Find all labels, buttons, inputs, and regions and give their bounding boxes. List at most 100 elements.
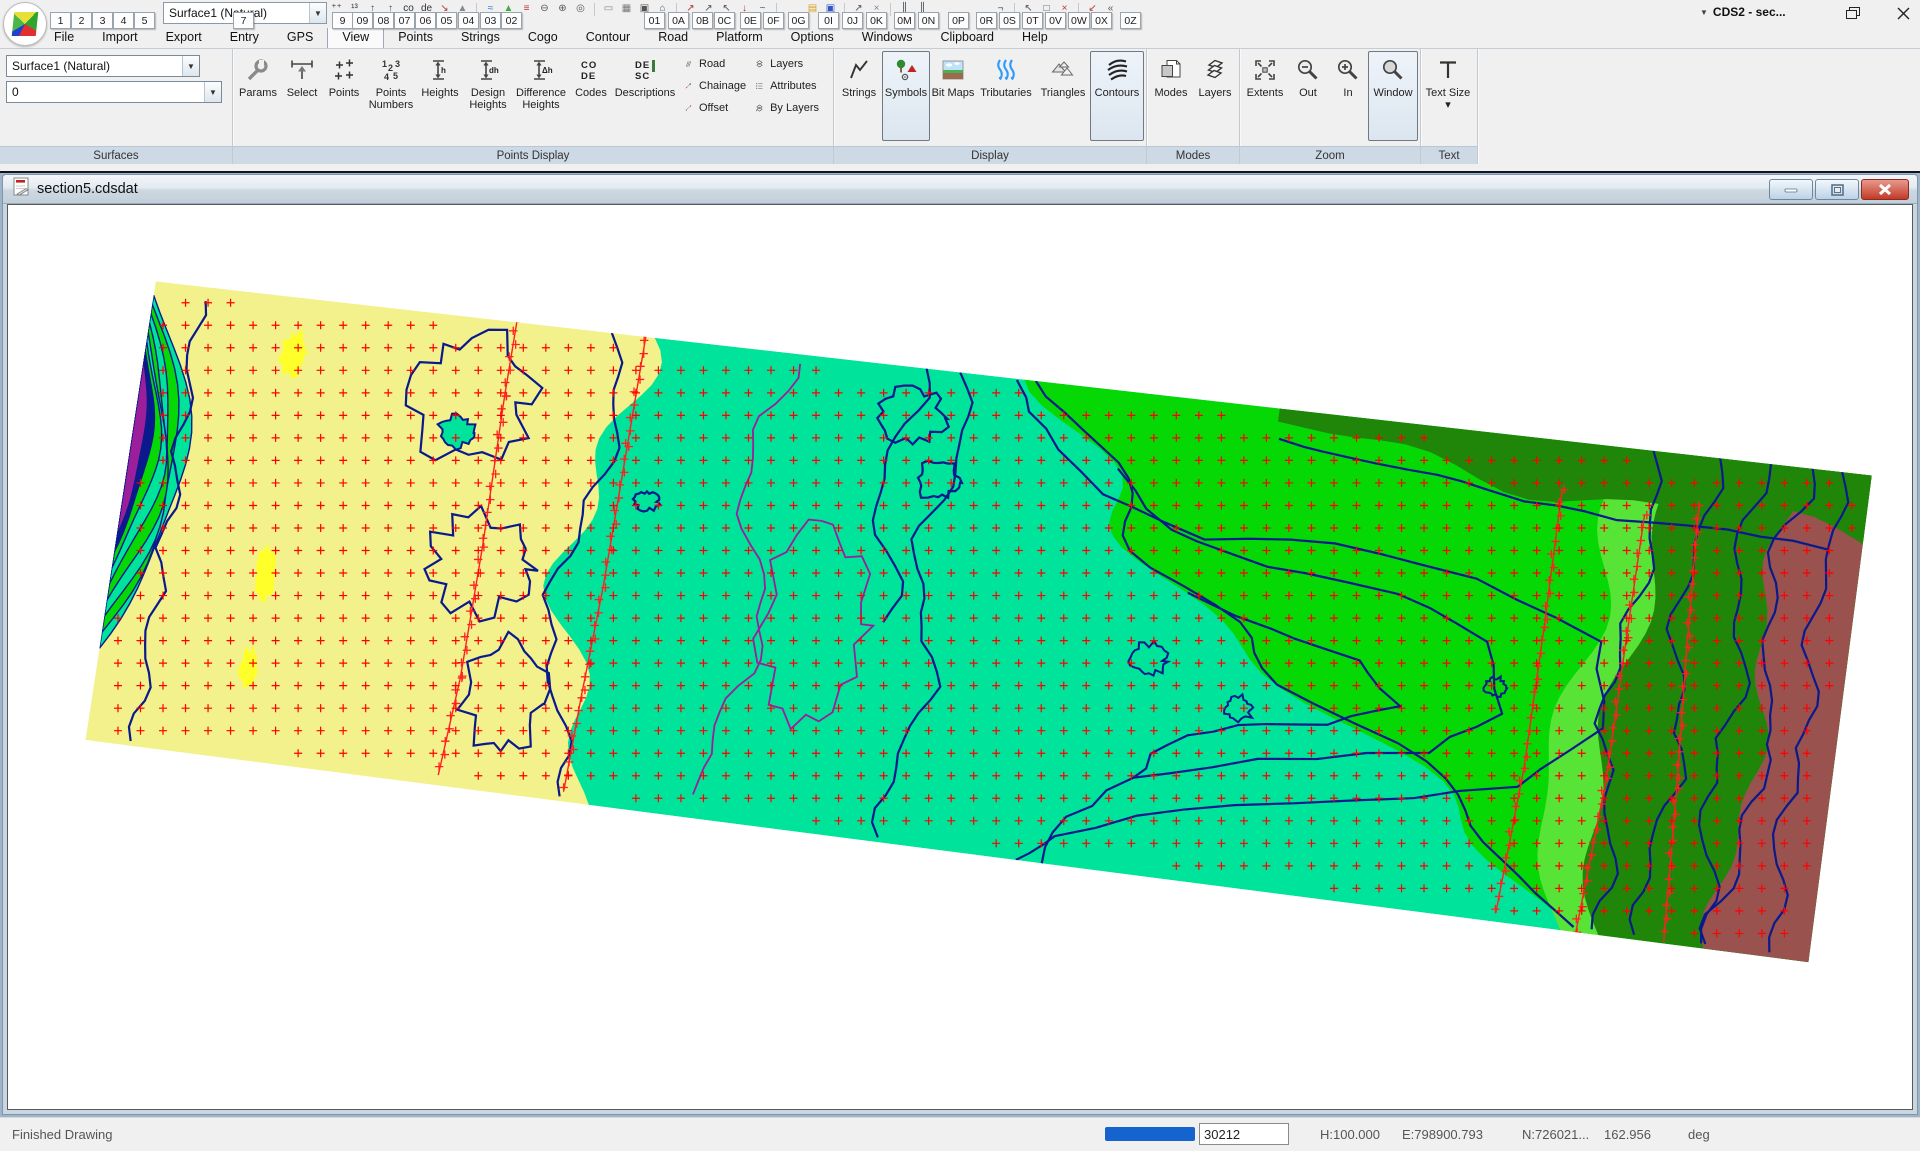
doc-maximize-button[interactable]	[1815, 179, 1859, 200]
doc-close-button[interactable]	[1861, 179, 1909, 200]
window-button[interactable]: Window	[1368, 51, 1418, 141]
triangles-button[interactable]: Triangles	[1036, 51, 1090, 141]
extents-button[interactable]: Extents	[1242, 51, 1288, 141]
heights-button[interactable]: hHeights	[417, 51, 463, 141]
surface-select-value: Surface1 (Natural)	[7, 59, 182, 73]
tab-gps[interactable]: GPS	[273, 27, 327, 48]
points-button[interactable]: Points	[323, 51, 365, 141]
close-button[interactable]	[1888, 2, 1918, 24]
tab-options[interactable]: Options	[777, 27, 848, 48]
toolbar-icon-13[interactable]: ⊕	[556, 2, 569, 16]
tab-contour[interactable]: Contour	[572, 27, 644, 48]
toolbar-icon-16[interactable]: ▭	[602, 2, 615, 16]
chainage-icon	[681, 79, 696, 94]
svg-text:CO: CO	[581, 60, 597, 71]
chainage-button[interactable]: Chainage	[681, 77, 746, 95]
document-titlebar[interactable]: section5.cdsdat	[3, 175, 1917, 204]
road-button[interactable]: Road	[681, 55, 746, 73]
restore-button[interactable]	[1838, 2, 1868, 24]
button-label: Points Numbers	[366, 87, 416, 112]
small-button-column: Road Chainage Offset	[677, 51, 748, 117]
keytip-02: 02	[501, 12, 522, 29]
keytip-0X: 0X	[1091, 12, 1112, 29]
chevron-down-icon[interactable]: ▼	[204, 82, 221, 102]
progress-bar	[1105, 1127, 1195, 1141]
terrain-map	[8, 205, 1912, 1109]
attributes-button[interactable]: Attributes	[752, 77, 819, 95]
tab-points[interactable]: Points	[384, 27, 447, 48]
svg-text:1: 1	[382, 59, 387, 69]
in-button[interactable]: In	[1328, 51, 1368, 141]
wrench-icon	[241, 55, 275, 85]
out-button[interactable]: Out	[1288, 51, 1328, 141]
toolbar-icon-14[interactable]: ◎	[574, 2, 587, 16]
layer-select[interactable]: 0▼	[6, 81, 222, 103]
modes-button[interactable]: Modes	[1149, 51, 1193, 141]
keytip-0R: 0R	[976, 12, 997, 29]
code-icon: CODE	[574, 55, 608, 85]
layer-select-value: 0	[7, 85, 204, 99]
tab-road[interactable]: Road	[644, 27, 702, 48]
points-numbers-button[interactable]: 12345Points Numbers	[365, 51, 417, 141]
ddh-icon: Δh	[524, 55, 558, 85]
button-label: Symbols	[885, 87, 927, 99]
tab-platform[interactable]: Platform	[702, 27, 777, 48]
button-label: Layers	[1198, 87, 1231, 99]
doc-minimize-button[interactable]	[1769, 179, 1813, 200]
difference-heights-button[interactable]: ΔhDifference Heights	[513, 51, 569, 141]
tab-view[interactable]: View	[327, 26, 384, 48]
layers-button[interactable]: Layers	[1193, 51, 1237, 141]
app-title-text: CDS2 - sec...	[1713, 5, 1786, 19]
chevron-down-icon[interactable]: ▼	[309, 3, 326, 23]
bit-maps-button[interactable]: Bit Maps	[930, 51, 976, 141]
text-size-button[interactable]: Text Size ▾	[1423, 51, 1473, 141]
group-label: Display	[834, 146, 1146, 164]
select-button[interactable]: Select	[281, 51, 323, 141]
tab-windows[interactable]: Windows	[848, 27, 927, 48]
app-logo[interactable]	[3, 2, 47, 46]
descriptions-button[interactable]: DESCDescriptions	[613, 51, 677, 141]
keytip-2: 2	[71, 12, 92, 29]
dh-icon: dh	[471, 55, 505, 85]
road-icon	[681, 57, 696, 72]
toolbar-icon-12[interactable]: ⊖	[538, 2, 551, 16]
tab-export[interactable]: Export	[152, 27, 216, 48]
keytip-7: 7	[233, 12, 254, 29]
contours-button[interactable]: Contours	[1090, 51, 1144, 141]
tab-entry[interactable]: Entry	[216, 27, 273, 48]
strings-button[interactable]: Strings	[836, 51, 882, 141]
tributaries-button[interactable]: Tributaries	[976, 51, 1036, 141]
toolbar-separator	[890, 3, 891, 16]
button-label: Modes	[1154, 87, 1187, 99]
point-number-field[interactable]: 30212	[1199, 1123, 1289, 1145]
by-layers-button[interactable]: By Layers	[752, 99, 819, 117]
map-canvas[interactable]	[7, 204, 1913, 1110]
keytip-04: 04	[458, 12, 479, 29]
toolbar-icon-17[interactable]: ▦	[620, 2, 633, 16]
keytip-01: 01	[644, 12, 665, 29]
button-label: Design Heights	[464, 87, 512, 112]
ribbon-group-zoom: ExtentsOutInWindowZoom	[1240, 49, 1421, 164]
tab-strings[interactable]: Strings	[447, 27, 514, 48]
symbols-button[interactable]: Symbols	[882, 51, 930, 141]
modes-icon	[1154, 55, 1188, 85]
chevron-down-icon[interactable]: ▼	[182, 56, 199, 76]
layers-button[interactable]: Layers	[752, 55, 819, 73]
button-label: Bit Maps	[932, 87, 975, 99]
tab-import[interactable]: Import	[88, 27, 151, 48]
surface-select[interactable]: Surface1 (Natural)▼	[6, 55, 200, 77]
tab-file[interactable]: File	[40, 27, 88, 48]
tab-help[interactable]: Help	[1008, 27, 1062, 48]
params-button[interactable]: Params	[235, 51, 281, 141]
group-label: Text	[1421, 146, 1477, 164]
tab-clipboard[interactable]: Clipboard	[926, 27, 1008, 48]
button-label: Offset	[699, 102, 728, 114]
tab-cogo[interactable]: Cogo	[514, 27, 572, 48]
offset-button[interactable]: Offset	[681, 99, 746, 117]
codes-button[interactable]: CODECodes	[569, 51, 613, 141]
easting-readout: E:798900.793	[1402, 1127, 1483, 1142]
design-heights-button[interactable]: dhDesign Heights	[463, 51, 513, 141]
button-label: Strings	[842, 87, 876, 99]
app-title: ▼ CDS2 - sec...	[1700, 5, 1786, 19]
keytip-5: 5	[134, 12, 155, 29]
